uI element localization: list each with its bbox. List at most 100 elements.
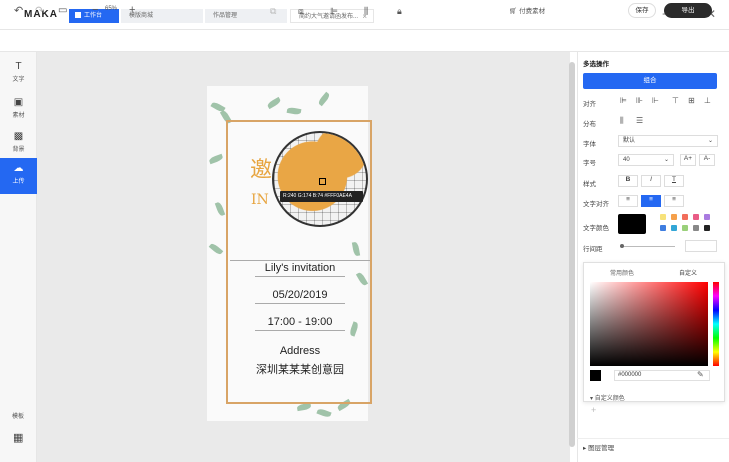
layout-icon[interactable]: ▭ [58, 5, 67, 16]
color-swatch[interactable] [693, 214, 699, 220]
rail-item-background[interactable]: ▩ 背景 [0, 126, 37, 162]
layer-manager-label: 图层管理 [588, 445, 615, 452]
rail-item-text[interactable]: T 文字 [0, 56, 37, 92]
rail-label: 文字 [12, 77, 25, 83]
invitation-name[interactable]: Lily's invitation [230, 262, 370, 274]
color-swatch[interactable] [660, 214, 666, 220]
slider-handle[interactable] [620, 244, 624, 248]
leaf-decoration [296, 402, 312, 412]
rail-label: 素材 [12, 113, 25, 119]
rail-templates-label[interactable]: 模板 [12, 411, 24, 420]
font-value: 默认 [623, 138, 636, 144]
material-icon: ▣ [13, 97, 24, 108]
leaf-decoration [316, 407, 332, 419]
invitation-address[interactable]: 深圳某某某创意园 [230, 361, 370, 377]
align-top-icon[interactable]: ⊤ [672, 96, 679, 105]
save-button[interactable]: 保存 [628, 3, 656, 18]
align-right-icon[interactable]: ⊩ [652, 96, 659, 105]
qrcode-icon[interactable]: ▦ [13, 431, 23, 444]
picker-tab-common[interactable]: 常用颜色 [610, 268, 634, 277]
color-swatch[interactable] [660, 225, 666, 231]
canvas-scrollbar[interactable] [569, 62, 575, 447]
hex-input[interactable]: #000000 [614, 370, 710, 381]
distribute-horizontal-icon[interactable]: ⫼ [620, 116, 624, 126]
hue-slider[interactable] [713, 282, 719, 366]
custom-colors-label: ▾ 自定义颜色 [590, 393, 625, 402]
text-align-center-button[interactable]: ≡ [641, 195, 661, 207]
rail-item-upload[interactable]: ☁ 上传 [0, 158, 37, 194]
color-swatch[interactable] [704, 214, 710, 220]
home-icon [75, 12, 81, 18]
divider [230, 260, 370, 261]
tab-label: 简约大气邀请函发布... [299, 14, 359, 20]
caret-down-icon: ▾ [590, 396, 594, 402]
zoom-out-icon[interactable]: − [92, 4, 98, 16]
lock-icon[interactable]: 🔒︎ [397, 6, 402, 17]
layer-copy-icon[interactable]: ⧉ [270, 6, 276, 17]
color-swatches [652, 214, 722, 236]
upload-icon: ☁ [13, 163, 24, 174]
font-decrease-button[interactable]: A- [699, 154, 715, 166]
undo-icon[interactable]: ↶ [14, 4, 23, 17]
rail-item-material[interactable]: ▣ 素材 [0, 92, 37, 128]
underline-button[interactable]: T [664, 175, 684, 187]
color-magnifier [272, 131, 368, 227]
bold-button[interactable]: B [618, 175, 638, 187]
text-align-left-button[interactable]: ≡ [618, 195, 638, 207]
layer-manager-toggle[interactable]: ▸ 图层管理 [583, 442, 614, 452]
leaf-decoration [208, 242, 224, 256]
distribute-label: 分布 [583, 121, 596, 128]
invitation-time[interactable]: 17:00 - 19:00 [230, 316, 370, 328]
zoom-in-icon[interactable]: + [129, 4, 135, 16]
font-size-select[interactable]: 40 ⌄ [618, 154, 674, 166]
italic-button[interactable]: I [641, 175, 661, 187]
invitation-date[interactable]: 05/20/2019 [230, 289, 370, 301]
align-center-icon[interactable]: ⊪ [636, 96, 643, 105]
text-align-right-button[interactable]: ≡ [664, 195, 684, 207]
rail-label: 上传 [12, 179, 25, 185]
magnifier-crosshair [319, 178, 326, 185]
color-swatch[interactable] [682, 214, 688, 220]
custom-colors-text: 自定义颜色 [594, 396, 625, 402]
saturation-field[interactable] [590, 282, 708, 366]
current-color-preview [590, 370, 601, 381]
color-swatch[interactable] [671, 225, 677, 231]
cart-icon: 🛒︎ [509, 8, 518, 15]
color-readout: R:240 G:174 B:74 #FFF0AE4A [280, 191, 363, 202]
group-button[interactable]: 组合 [583, 73, 717, 89]
line-height-input[interactable] [685, 240, 717, 252]
font-increase-button[interactable]: A+ [680, 154, 696, 166]
rail-label: 背景 [12, 147, 25, 153]
color-swatch[interactable] [671, 214, 677, 220]
divider [255, 303, 345, 304]
redo-icon[interactable]: ↷ [35, 4, 44, 17]
eyedropper-icon[interactable]: ✎ [697, 370, 704, 379]
color-swatch[interactable] [704, 225, 710, 231]
text-color-label: 文字颜色 [583, 225, 609, 232]
align-bottom-icon[interactable]: ⊥ [704, 96, 711, 105]
invitation-address-label[interactable]: Address [230, 345, 370, 357]
distribute-vertical-icon[interactable]: ☰ [636, 116, 643, 125]
color-swatch[interactable] [682, 225, 688, 231]
invitation-heading-latin[interactable]: IN [251, 192, 269, 208]
paid-material-link[interactable]: 🛒︎ 付费素材 [509, 5, 545, 15]
distribute-icon[interactable]: ⫼ [364, 6, 368, 17]
export-button[interactable]: 导出 [664, 3, 712, 18]
add-custom-color-button[interactable]: + [591, 405, 596, 415]
color-swatch[interactable] [693, 225, 699, 231]
align-middle-icon[interactable]: ⊞ [688, 96, 695, 105]
font-select[interactable]: 默认 ⌄ [618, 135, 718, 147]
size-label: 字号 [583, 160, 596, 167]
style-label: 样式 [583, 181, 596, 188]
caret-right-icon: ▸ [583, 445, 587, 452]
font-size-value: 40 [623, 157, 630, 163]
align-label: 对齐 [583, 101, 596, 108]
align-left-icon[interactable]: ⊫ [620, 96, 627, 105]
text-icon: T [15, 61, 22, 72]
arrange-icon[interactable]: ⧈ [298, 6, 304, 17]
invitation-heading-char[interactable]: 邀 [250, 152, 272, 184]
line-height-slider[interactable] [620, 246, 675, 247]
picker-tab-custom[interactable]: 自定义 [679, 268, 697, 277]
text-color-swatch[interactable] [618, 214, 646, 234]
align-left-icon[interactable]: ⊫ [330, 6, 338, 17]
